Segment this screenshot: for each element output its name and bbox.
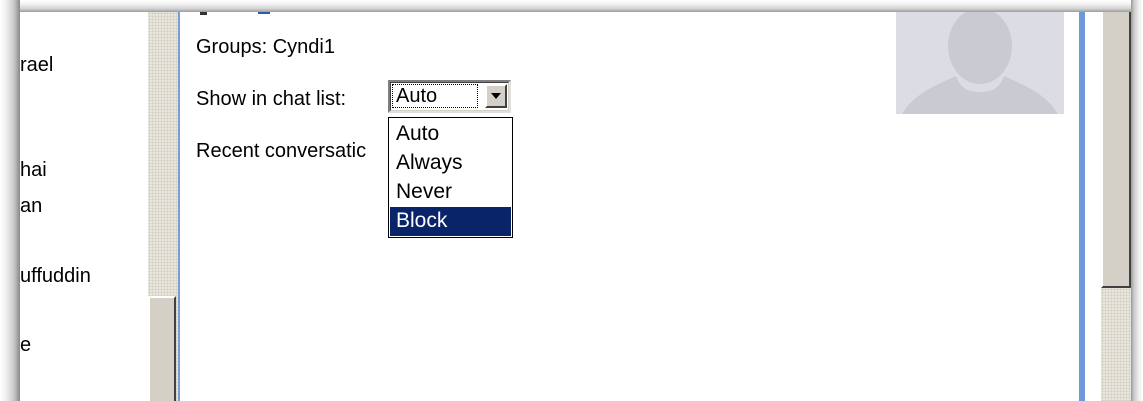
recent-conversations-label: Recent conversatic bbox=[196, 140, 367, 162]
option-block[interactable]: Block bbox=[390, 207, 511, 236]
option-never[interactable]: Never bbox=[390, 178, 511, 207]
window-shadow-left bbox=[0, 0, 20, 401]
option-auto[interactable]: Auto bbox=[390, 120, 511, 149]
chat-profile-window: rael hai an uffuddin e Groups: Cyndi1 Sh… bbox=[0, 0, 1143, 401]
main-scroll-thumb[interactable] bbox=[1101, 12, 1131, 288]
profile-panel-gap bbox=[1085, 12, 1101, 401]
contact-list-item[interactable]: hai bbox=[20, 158, 47, 182]
window-shadow-right bbox=[1131, 0, 1143, 401]
chat-list-select[interactable]: Auto bbox=[388, 80, 511, 113]
select-dropdown-button[interactable] bbox=[485, 84, 507, 108]
avatar bbox=[896, 12, 1064, 114]
chevron-down-icon bbox=[491, 93, 501, 99]
show-in-chat-list-label: Show in chat list: bbox=[196, 88, 347, 110]
person-silhouette-icon bbox=[902, 12, 1058, 114]
contact-list-scroll-thumb[interactable] bbox=[148, 296, 176, 401]
contact-list-item[interactable]: rael bbox=[20, 53, 53, 77]
groups-label: Groups: Cyndi1 bbox=[196, 36, 335, 58]
window-shadow-top bbox=[0, 0, 1143, 12]
option-always[interactable]: Always bbox=[390, 149, 511, 178]
contact-list: rael hai an uffuddin e bbox=[20, 12, 148, 401]
chat-list-options: Auto Always Never Block bbox=[388, 117, 513, 238]
contact-list-item[interactable]: an bbox=[20, 194, 42, 218]
select-current-value: Auto bbox=[396, 85, 438, 107]
contact-list-item[interactable]: uffuddin bbox=[20, 264, 91, 288]
contact-list-item[interactable]: e bbox=[20, 333, 31, 357]
